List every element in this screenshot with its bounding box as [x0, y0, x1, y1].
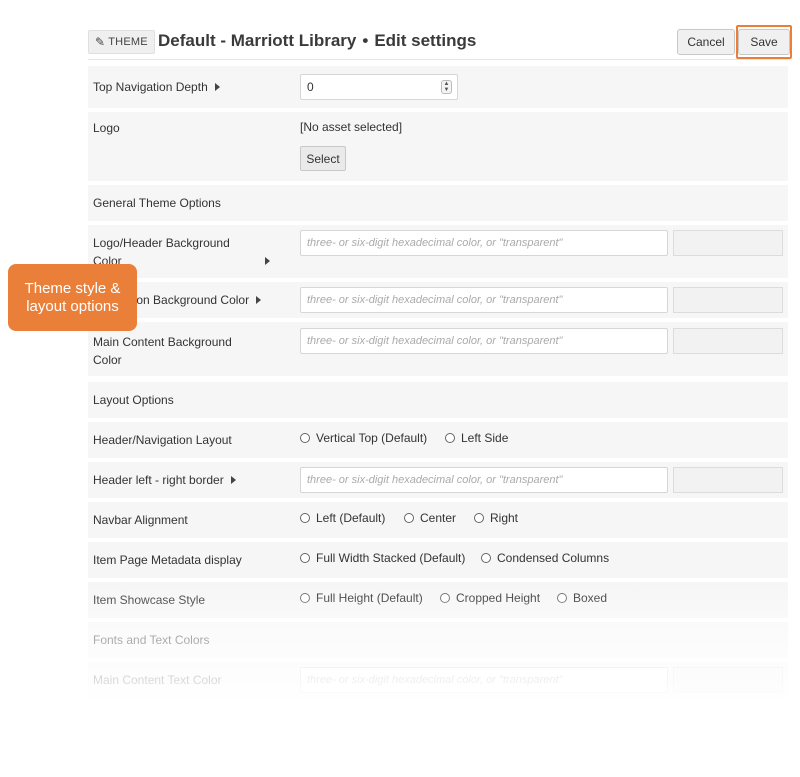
expand-arrow-icon[interactable] — [265, 257, 270, 265]
radio-right[interactable]: Right — [474, 511, 518, 525]
radio-circle-icon[interactable] — [474, 513, 484, 523]
main-content-text-color-input[interactable]: three- or six-digit hexadecimal color, o… — [300, 667, 668, 693]
radio-circle-icon[interactable] — [445, 433, 455, 443]
logo-label: Logo — [93, 121, 120, 135]
logo-asset-value: [No asset selected] — [300, 120, 403, 134]
section-general-theme-options: General Theme Options — [88, 185, 788, 221]
color-swatch[interactable] — [673, 230, 783, 256]
row-main-content-text-color: Main Content Text Color three- or six-di… — [88, 662, 788, 698]
radio-full-width-stacked[interactable]: Full Width Stacked (Default) — [300, 551, 465, 565]
expand-arrow-icon[interactable] — [256, 296, 262, 304]
radio-circle-icon[interactable] — [481, 553, 491, 563]
item-showcase-style-label: Item Showcase Style — [93, 593, 206, 607]
color-swatch[interactable] — [673, 328, 783, 354]
radio-left-default[interactable]: Left (Default) — [300, 511, 385, 525]
number-stepper-icon[interactable]: ▲ ▼ — [441, 80, 452, 94]
row-item-showcase-style: Item Showcase Style Full Height (Default… — [88, 582, 788, 618]
radio-circle-icon[interactable] — [300, 433, 310, 443]
row-navbar-alignment: Navbar Alignment Left (Default) Center R… — [88, 502, 788, 538]
radio-condensed-columns[interactable]: Condensed Columns — [481, 551, 609, 565]
header-left-right-border-input[interactable]: three- or six-digit hexadecimal color, o… — [300, 467, 668, 493]
theme-badge: ✎ THEME — [88, 30, 155, 54]
top-navigation-depth-input[interactable]: 0 ▲ ▼ — [300, 74, 458, 100]
fonts-and-text-colors-heading: Fonts and Text Colors — [93, 633, 210, 647]
radio-center[interactable]: Center — [404, 511, 456, 525]
page-title: Default - Marriott Library • Edit settings — [158, 31, 476, 51]
radio-boxed[interactable]: Boxed — [557, 591, 607, 605]
radio-circle-icon[interactable] — [404, 513, 414, 523]
radio-vertical-top[interactable]: Vertical Top (Default) — [300, 431, 427, 445]
section-fonts-and-text-colors: Fonts and Text Colors — [88, 622, 788, 658]
expand-arrow-icon[interactable] — [230, 476, 236, 484]
header-navigation-layout-label: Header/Navigation Layout — [93, 433, 232, 447]
radio-cropped-height[interactable]: Cropped Height — [440, 591, 540, 605]
layout-options-heading: Layout Options — [93, 393, 174, 407]
main-content-text-color-label: Main Content Text Color — [93, 673, 222, 687]
save-button[interactable]: Save — [738, 29, 790, 55]
item-page-metadata-display-label: Item Page Metadata display — [93, 553, 242, 567]
logo-select-button[interactable]: Select — [300, 146, 346, 171]
page-header: ✎ THEME Default - Marriott Library • Edit … — [88, 26, 790, 60]
navbar-alignment-label: Navbar Alignment — [93, 513, 188, 527]
radio-circle-icon[interactable] — [300, 513, 310, 523]
row-main-content-background-color: Main Content Background Color three- or … — [88, 322, 788, 376]
section-layout-options: Layout Options — [88, 382, 788, 418]
radio-full-height[interactable]: Full Height (Default) — [300, 591, 423, 605]
header-left-right-border-label: Header left - right border — [93, 471, 236, 489]
row-navigation-background-color: Navigation Background Color three- or si… — [88, 282, 788, 318]
radio-circle-icon[interactable] — [440, 593, 450, 603]
row-item-page-metadata-display: Item Page Metadata display Full Width St… — [88, 542, 788, 578]
row-logo: Logo [No asset selected] Select — [88, 112, 788, 181]
paintbrush-icon: ✎ — [95, 35, 106, 49]
theme-name: Default - Marriott Library — [158, 31, 357, 50]
main-content-background-color-label: Main Content Background Color — [93, 335, 232, 367]
row-top-navigation-depth: Top Navigation Depth 0 ▲ ▼ — [88, 66, 788, 108]
top-navigation-depth-label: Top Navigation Depth — [93, 78, 220, 96]
color-swatch[interactable] — [673, 467, 783, 493]
radio-circle-icon[interactable] — [557, 593, 567, 603]
general-theme-options-heading: General Theme Options — [93, 196, 221, 210]
radio-circle-icon[interactable] — [300, 593, 310, 603]
color-swatch[interactable] — [673, 667, 783, 693]
main-content-background-color-input[interactable]: three- or six-digit hexadecimal color, o… — [300, 328, 668, 354]
row-header-left-right-border: Header left - right border three- or six… — [88, 462, 788, 498]
radio-left-side[interactable]: Left Side — [445, 431, 508, 445]
row-header-navigation-layout: Header/Navigation Layout Vertical Top (D… — [88, 422, 788, 458]
radio-circle-icon[interactable] — [300, 553, 310, 563]
title-separator: • — [362, 31, 369, 50]
cancel-button[interactable]: Cancel — [677, 29, 735, 55]
theme-options-callout: Theme style & layout options — [8, 264, 137, 331]
page-subtitle: Edit settings — [374, 31, 477, 50]
navigation-background-color-input[interactable]: three- or six-digit hexadecimal color, o… — [300, 287, 668, 313]
theme-badge-label: THEME — [108, 36, 148, 48]
expand-arrow-icon[interactable] — [214, 83, 220, 91]
row-logo-header-background-color: Logo/Header Background Color three- or s… — [88, 225, 788, 278]
color-swatch[interactable] — [673, 287, 783, 313]
logo-header-background-color-input[interactable]: three- or six-digit hexadecimal color, o… — [300, 230, 668, 256]
